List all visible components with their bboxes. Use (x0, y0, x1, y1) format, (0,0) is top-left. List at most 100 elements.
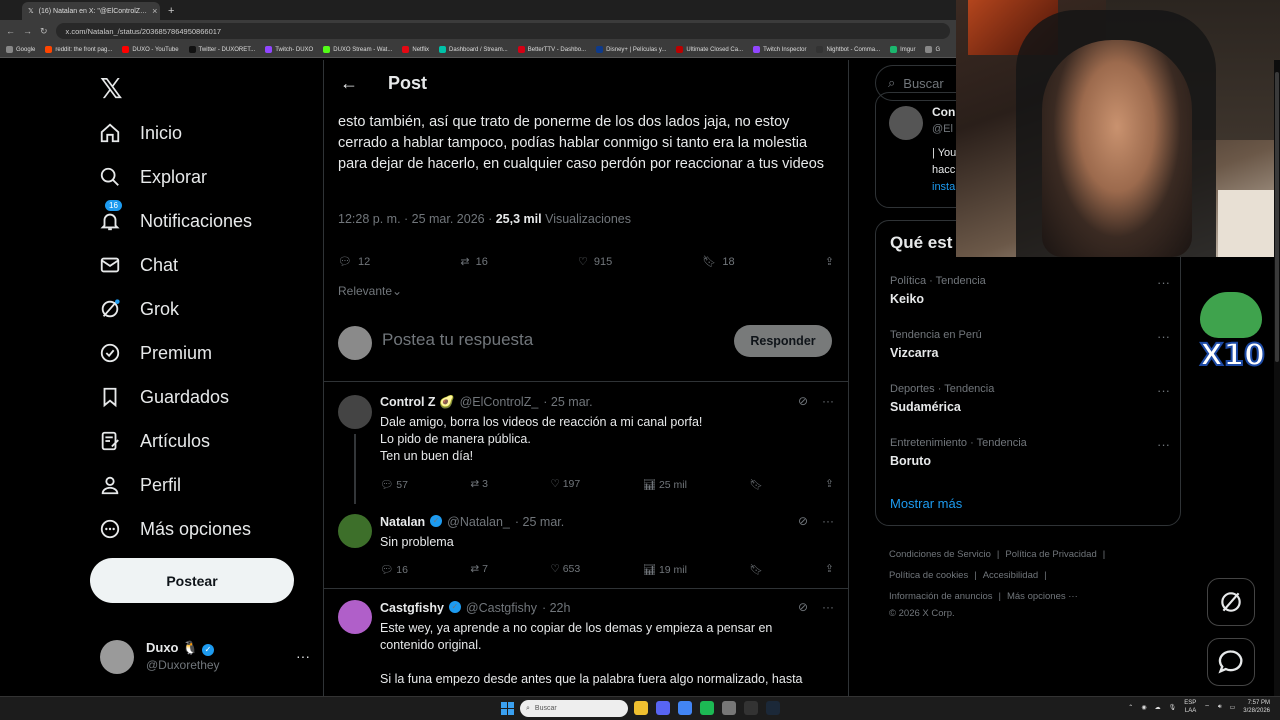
bookmark-item[interactable]: Imgur (890, 46, 915, 53)
reply-item[interactable]: Castgfishy ✓ @Castgfishy · 22h ⊘ ··· Este we… (324, 598, 848, 696)
new-tab-icon[interactable]: + (168, 5, 174, 17)
grok-icon[interactable]: ⊘ (798, 394, 808, 408)
sort-dropdown[interactable]: Relevante⌄ (338, 284, 402, 298)
reply-button[interactable]: 💬︎ 16 (380, 563, 408, 576)
grok-icon (1221, 592, 1241, 612)
repost-button[interactable]: ⇄ 3 (470, 478, 488, 491)
grok-button[interactable] (1207, 578, 1255, 626)
like-button[interactable]: ♡ 197 (550, 478, 580, 491)
reply-item[interactable]: Natalan ✓ @Natalan_ · 25 mar. ⊘ ··· Sin prob… (324, 510, 848, 585)
sidebar-item-guardados[interactable]: Guardados (98, 382, 229, 412)
app-icon[interactable] (722, 701, 736, 715)
bookmark-item[interactable]: Disney+ | Películas y... (596, 46, 666, 53)
chrome-icon[interactable] (678, 701, 692, 715)
trends-title: Qué est (890, 233, 953, 252)
sidebar-item-inicio[interactable]: Inicio (98, 118, 182, 148)
views-button[interactable]: 📊︎ 25 mil (643, 478, 687, 491)
more-icon[interactable]: ··· (296, 648, 310, 664)
bookmark-icon (439, 46, 447, 53)
x-logo-icon[interactable]: 𝕏 (100, 72, 123, 105)
language-indicator[interactable]: ESP LAA (1184, 699, 1196, 715)
more-icon[interactable]: ··· (1157, 275, 1170, 290)
network-icon[interactable]: ◉ (1141, 704, 1146, 711)
spotify-icon[interactable] (700, 701, 714, 715)
sidebar-item-notificaciones[interactable]: 16 Notificaciones (98, 200, 252, 236)
reply-button[interactable]: 💬︎ 57 (380, 478, 408, 491)
chat-button[interactable] (1207, 638, 1255, 686)
like-button[interactable]: ♡ 915 (578, 255, 612, 269)
like-button[interactable]: ♡ 653 (550, 563, 580, 576)
show-more-link[interactable]: Mostrar más (890, 496, 962, 511)
bookmark-item[interactable]: Netflix (402, 46, 429, 53)
clock[interactable]: 7:57 PM 3/28/2026 (1243, 699, 1270, 715)
bookmark-button[interactable]: 🔖︎ 18 (702, 255, 734, 269)
share-icon[interactable]: ⇪ (825, 478, 834, 491)
sidebar-item-articulos[interactable]: Artículos (98, 426, 210, 456)
bookmark-item[interactable]: DUXO - YouTube (122, 46, 179, 53)
trend-item[interactable]: Tendencia en Perú Vizcarra ··· (890, 329, 1170, 360)
reply-input[interactable]: Postea tu respuesta (382, 330, 533, 350)
bookmark-item[interactable]: Dashboard / Stream... (439, 46, 508, 53)
reply-submit-button[interactable]: Responder (734, 325, 832, 357)
repost-button[interactable]: ⇄ 7 (470, 563, 488, 576)
scrollbar[interactable] (1274, 60, 1280, 696)
views-button[interactable]: 📊︎ 19 mil (643, 563, 687, 576)
grok-icon[interactable]: ⊘ (798, 600, 808, 614)
bookmark-item[interactable]: DUXO Stream - Wat... (323, 46, 392, 53)
bookmark-icon[interactable]: 🔖︎ (749, 478, 762, 491)
bookmark-item[interactable]: Twitch- DUXO (265, 46, 313, 53)
trend-item[interactable]: Entretenimiento · Tendencia Boruto ··· (890, 437, 1170, 468)
sidebar-item-perfil[interactable]: Perfil (98, 470, 181, 500)
browser-tab[interactable]: 𝕏 (16) Natalan en X: "@ElControlZ… × (22, 2, 160, 20)
share-icon[interactable]: ⇪ (825, 563, 834, 576)
post-button[interactable]: Postear (90, 558, 294, 603)
trend-item[interactable]: Política · Tendencia Keiko ··· (890, 275, 1170, 306)
sidebar-item-explorar[interactable]: Explorar (98, 162, 207, 192)
bookmark-item[interactable]: Google (6, 46, 35, 53)
cloud-icon[interactable]: ☁ (1155, 704, 1161, 711)
sidebar-item-grok[interactable]: Grok (98, 294, 179, 324)
obs-icon[interactable] (744, 701, 758, 715)
sidebar-item-premium[interactable]: Premium (98, 338, 212, 368)
account-switcher[interactable]: Duxo 🐧 ✓ @Duxorethey ··· (100, 638, 310, 678)
volume-icon[interactable]: 🔊︎ (1218, 704, 1222, 711)
taskbar-search[interactable]: ⌕ Buscar (520, 700, 628, 717)
more-icon[interactable]: ··· (822, 394, 834, 408)
sidebar-item-chat[interactable]: Chat (98, 250, 178, 280)
reload-icon[interactable]: ↻ (40, 26, 48, 37)
forward-icon[interactable]: → (23, 26, 32, 36)
reply-button[interactable]: 💬︎ 12 (338, 255, 370, 269)
close-tab-icon[interactable]: × (152, 6, 157, 16)
chevron-up-icon[interactable]: ⌃ (1128, 704, 1133, 711)
mic-icon[interactable]: 🎙︎ (1169, 704, 1177, 711)
windows-start-icon[interactable] (501, 702, 514, 715)
bookmark-item[interactable]: G (925, 46, 940, 53)
discord-icon[interactable] (656, 701, 670, 715)
bookmark-item[interactable]: Ultimate Closed Ca... (676, 46, 743, 53)
bookmark-item[interactable]: BetterTTV - Dashbo... (517, 46, 586, 53)
bookmark-item[interactable]: reddit: the front pag... (45, 46, 112, 53)
repost-button[interactable]: ⇄ 16 (460, 255, 487, 269)
grok-icon[interactable]: ⊘ (798, 514, 808, 528)
trend-item[interactable]: Deportes · Tendencia Sudamérica ··· (890, 383, 1170, 414)
more-icon[interactable]: ··· (822, 600, 834, 614)
more-icon[interactable]: ··· (822, 514, 834, 528)
bookmark-item[interactable]: Twitter - DUXORET... (188, 46, 255, 53)
reply-item[interactable]: Control Z 🥑 @ElControlZ_ · 25 mar. ⊘ ··· Da… (324, 390, 848, 504)
share-button[interactable]: ⇪ (825, 255, 834, 268)
folder-icon[interactable] (634, 701, 648, 715)
url-field[interactable]: x.com/Natalan_/status/203685786495086601… (55, 23, 950, 39)
bookmark-icon[interactable]: 🔖︎ (749, 563, 762, 576)
back-icon[interactable]: ← (6, 26, 15, 36)
battery-icon[interactable]: ▭ (1230, 704, 1236, 711)
bookmark-item[interactable]: Twitch Inspector (753, 46, 806, 53)
bookmark-item[interactable]: Nightbot - Comma... (816, 46, 880, 53)
steam-icon[interactable] (766, 701, 780, 715)
wifi-icon[interactable]: ⌔ (1204, 703, 1210, 711)
more-icon[interactable]: ··· (1157, 329, 1170, 344)
sidebar-item-mas-opciones[interactable]: Más opciones (98, 514, 251, 544)
more-icon[interactable]: ··· (1157, 437, 1170, 452)
back-arrow-icon[interactable]: ← (340, 73, 358, 94)
scrollbar-thumb[interactable] (1275, 72, 1279, 362)
more-icon[interactable]: ··· (1157, 383, 1170, 398)
